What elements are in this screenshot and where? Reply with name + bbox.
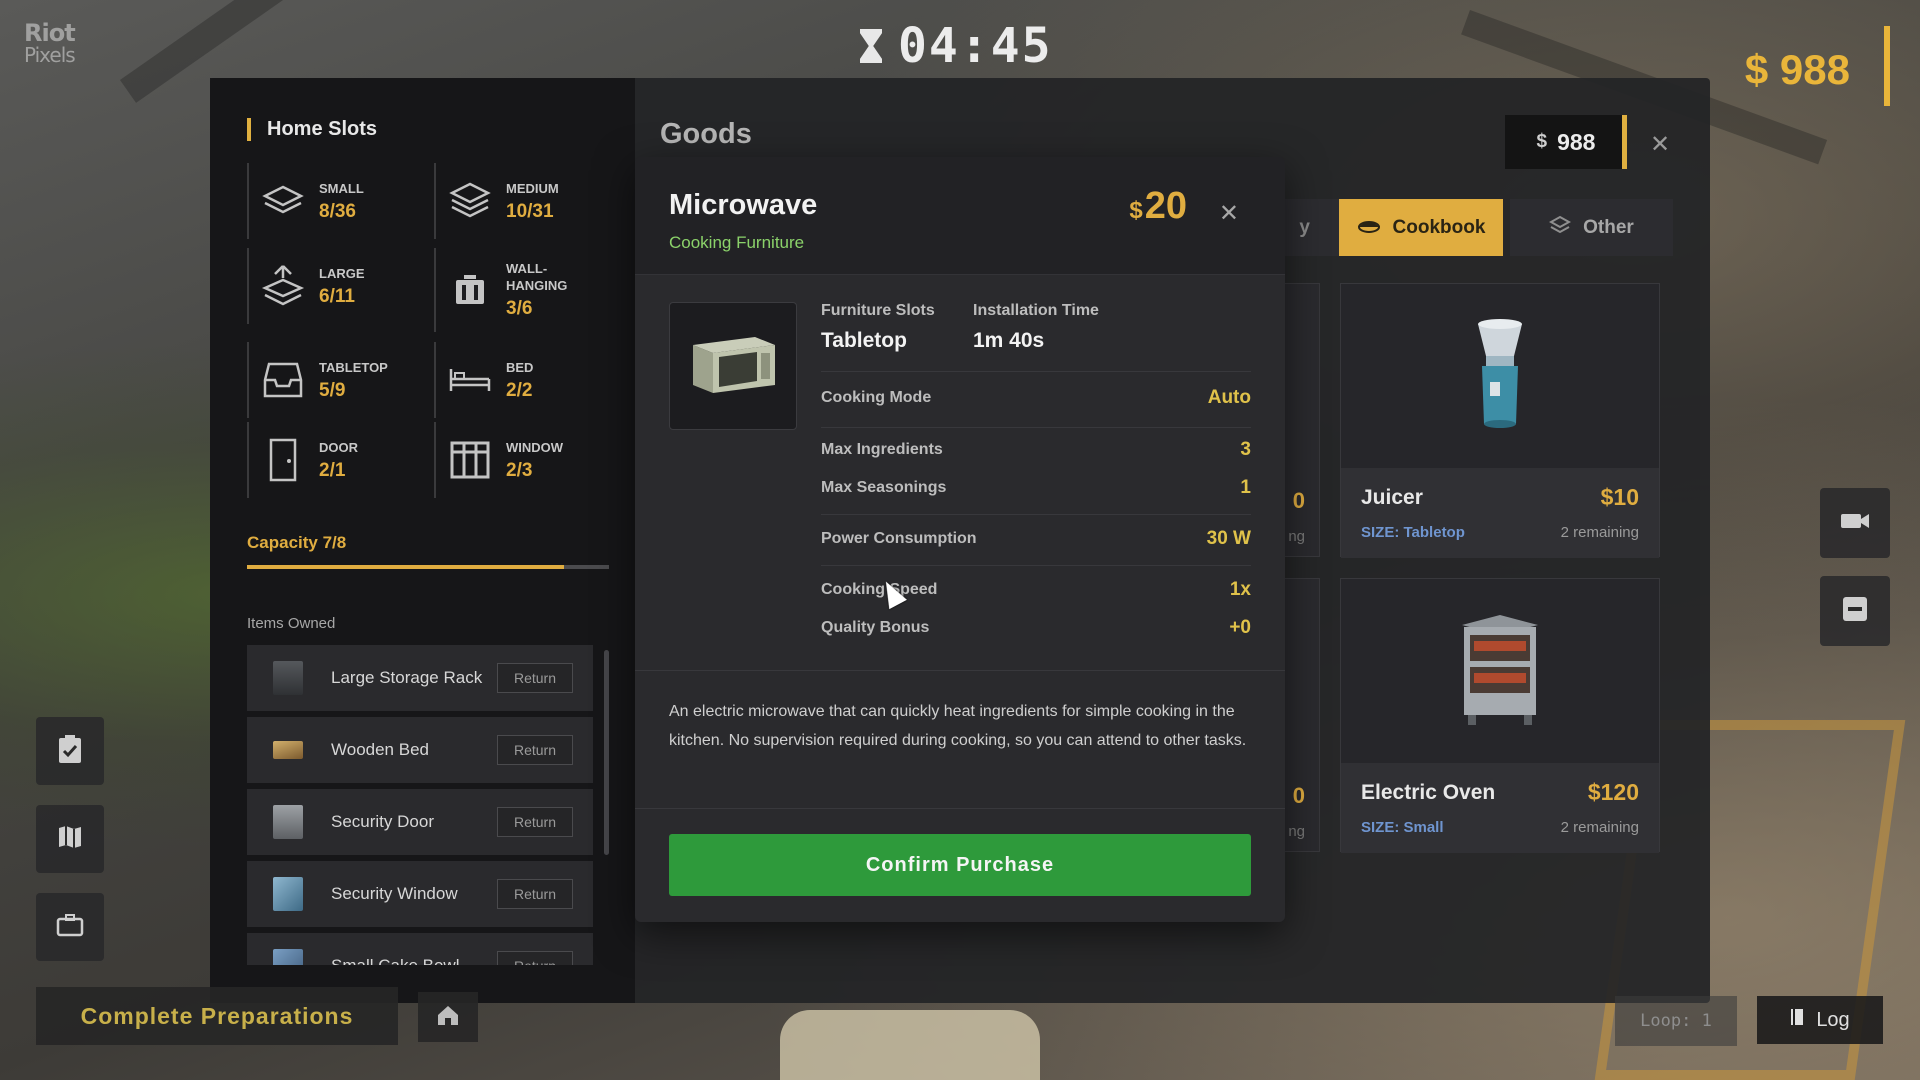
hud-money: $ 988: [1744, 46, 1850, 93]
slot-door: DOOR 2/1: [247, 422, 427, 498]
installation-time-value: 1m 40s: [973, 329, 1045, 352]
stat-max-seasonings: Max Seasonings 1: [821, 477, 1251, 498]
wooden-bed-thumbnail: [273, 741, 303, 759]
stat-max-ingredients: Max Ingredients 3: [821, 439, 1251, 460]
confirm-purchase-button[interactable]: Confirm Purchase: [669, 834, 1251, 896]
items-scrollbar[interactable]: [604, 650, 609, 855]
return-button[interactable]: Return: [497, 951, 573, 965]
slot-wall-hanging: WALL-HANGING 3/6: [434, 248, 614, 332]
stat-quality-bonus: Quality Bonus +0: [821, 617, 1251, 638]
close-icon[interactable]: ✕: [1650, 130, 1670, 159]
cookbook-icon: [1357, 217, 1381, 239]
tab-cookbook[interactable]: Cookbook: [1339, 199, 1503, 256]
log-icon: [1790, 1008, 1804, 1032]
tab-other[interactable]: Other: [1510, 199, 1673, 256]
watermark-logo: Riot Pixels: [24, 19, 76, 67]
goods-title: Goods: [660, 118, 752, 150]
slot-large: LARGE 6/11: [247, 248, 427, 324]
hourglass-icon: [860, 29, 882, 63]
map-icon: [57, 824, 83, 855]
map-button[interactable]: [36, 805, 104, 873]
cake-bowl-thumbnail: [273, 949, 303, 965]
money-accent-bar: [1622, 115, 1627, 169]
list-item: Wooden Bed Return: [247, 717, 593, 783]
stat-cooking-mode: Cooking Mode Auto: [821, 387, 1251, 408]
return-button[interactable]: Return: [497, 663, 573, 693]
house-icon: [436, 1004, 460, 1031]
loop-counter: Loop: 1: [1615, 996, 1737, 1046]
slot-bed: BED 2/2: [434, 342, 614, 418]
tasks-button[interactable]: [36, 717, 104, 785]
return-button[interactable]: Return: [497, 879, 573, 909]
window-icon: [448, 438, 492, 482]
log-button[interactable]: Log: [1757, 996, 1883, 1044]
slot-tabletop: TABLETOP 5/9: [247, 342, 427, 418]
stat-power-consumption: Power Consumption 30 W: [821, 528, 1251, 549]
security-window-thumbnail: [273, 877, 303, 911]
home-slots-title: Home Slots: [247, 118, 377, 141]
money-accent-bar: [1884, 26, 1890, 106]
tray-icon: [261, 358, 305, 402]
capacity-bar: [247, 565, 609, 569]
electric-oven-image: [1341, 579, 1659, 763]
item-detail-modal: Microwave Cooking Furniture $20 ✕ Furnit…: [635, 157, 1285, 922]
item-price: $20: [1129, 185, 1187, 227]
briefcase-icon: [56, 913, 84, 942]
complete-preparations-button[interactable]: Complete Preparations: [36, 987, 398, 1045]
list-item: Large Storage Rack Return: [247, 645, 593, 711]
home-button[interactable]: [418, 992, 478, 1042]
return-button[interactable]: Return: [497, 807, 573, 837]
timer-value: 04:45: [898, 18, 1053, 74]
zoom-out-button[interactable]: [1820, 576, 1890, 646]
microwave-thumbnail: [669, 302, 797, 430]
return-button[interactable]: Return: [497, 735, 573, 765]
other-icon: [1549, 215, 1572, 241]
slot-window: WINDOW 2/3: [434, 422, 614, 498]
door-icon: [261, 438, 305, 482]
capacity-bar-fill: [247, 565, 564, 569]
modal-header: Microwave Cooking Furniture $20 ✕: [635, 157, 1285, 275]
stack-up-icon: [261, 264, 305, 308]
slot-medium: MEDIUM 10/31: [434, 163, 614, 239]
capacity-label: Capacity 7/8: [247, 533, 347, 552]
stack-icon: [261, 179, 305, 223]
list-item: Small Cake Bowl Return: [247, 933, 593, 965]
minus-icon: [1842, 596, 1868, 627]
goods-card-electric-oven[interactable]: Electric Oven $120 SIZE: Small 2 remaini…: [1340, 578, 1660, 853]
owned-items-list: Large Storage Rack Return Wooden Bed Ret…: [247, 645, 593, 965]
slot-small: SMALL 8/36: [247, 163, 427, 239]
installation-time-label: Installation Time: [973, 302, 1099, 319]
video-camera-icon: [1840, 511, 1870, 536]
close-icon[interactable]: ✕: [1219, 199, 1239, 228]
furniture-slots-label: Furniture Slots: [821, 302, 935, 319]
list-item: Security Window Return: [247, 861, 593, 927]
item-description: An electric microwave that can quickly h…: [669, 703, 1247, 749]
stack-icon: [448, 179, 492, 223]
list-item: Security Door Return: [247, 789, 593, 855]
camera-button[interactable]: [1820, 488, 1890, 558]
storage-rack-thumbnail: [273, 661, 303, 695]
item-category: Cooking Furniture: [669, 233, 805, 252]
round-timer: 04:45: [860, 18, 1053, 74]
bed-icon: [448, 358, 492, 402]
furniture-slots-value: Tabletop: [821, 329, 907, 352]
goods-money-display: $988: [1505, 115, 1627, 169]
item-title: Microwave: [669, 189, 818, 221]
clipboard-check-icon: [57, 734, 83, 769]
security-door-thumbnail: [273, 805, 303, 839]
items-owned-label: Items Owned: [247, 615, 336, 632]
juicer-image: [1341, 284, 1659, 468]
goods-card-juicer[interactable]: Juicer $10 SIZE: Tabletop 2 remaining: [1340, 283, 1660, 558]
inventory-button[interactable]: [36, 893, 104, 961]
cabinet-icon: [448, 268, 492, 312]
